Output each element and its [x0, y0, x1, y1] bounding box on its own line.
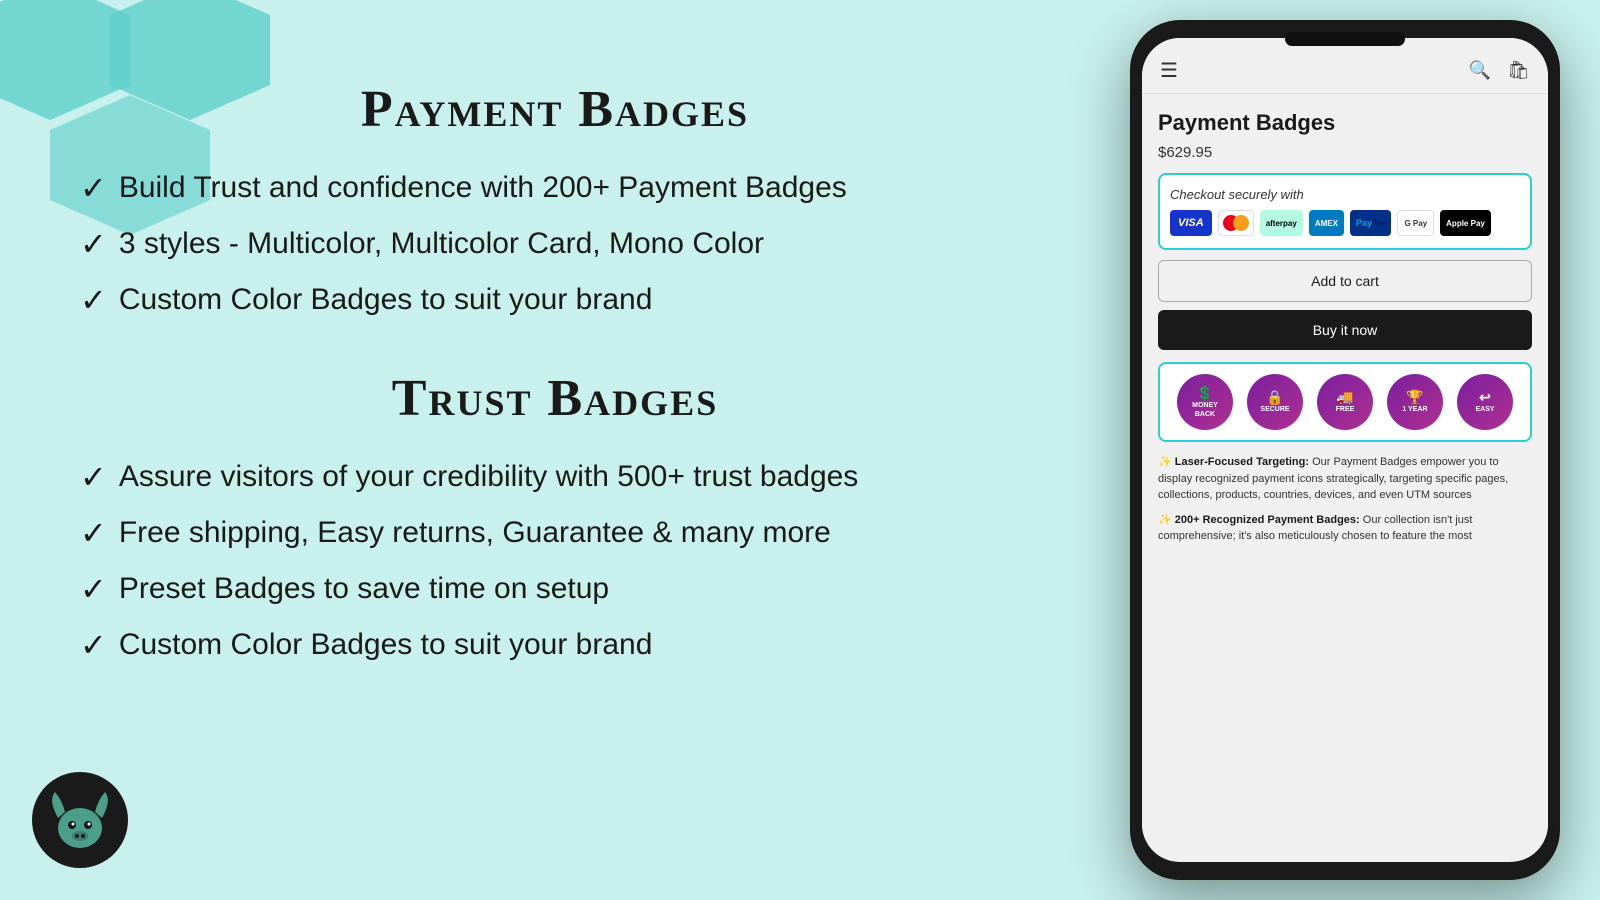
payment-icons-row: VISA afterpay AMEX PayPal — [1170, 210, 1520, 236]
bull-logo — [30, 770, 130, 870]
warranty-badge: 🏆 1 YEAR — [1387, 374, 1443, 430]
gpay-payment-badge: G Pay — [1397, 210, 1434, 236]
trophy-icon: 🏆 — [1406, 390, 1423, 405]
payment-features-list: ✓ Build Trust and confidence with 200+ P… — [80, 169, 1030, 319]
desc-1-bold: Laser-Focused Targeting: — [1175, 456, 1309, 468]
product-title: Payment Badges — [1158, 110, 1532, 136]
easy-returns-badge: ↩ EASY — [1457, 374, 1513, 430]
check-icon-1: ✓ — [80, 169, 107, 207]
payment-badge-box: Checkout securely with VISA afterpay — [1158, 173, 1532, 250]
cart-icon[interactable]: 🛍 — [1507, 60, 1530, 81]
paypal-payment-badge: PayPal — [1350, 210, 1392, 236]
phone-top-bar: ☰ 🔍 🛍 — [1142, 38, 1548, 94]
trust-feature-2: ✓ Free shipping, Easy returns, Guarantee… — [80, 514, 1030, 552]
star-icon-1: ✨ — [1158, 456, 1172, 468]
left-content: Payment Badges ✓ Build Trust and confide… — [80, 80, 1030, 714]
truck-icon: 🚚 — [1336, 390, 1353, 405]
trust-feature-4: ✓ Custom Color Badges to suit your brand — [80, 626, 1030, 664]
payment-feature-2: ✓ 3 styles - Multicolor, Multicolor Card… — [80, 225, 1030, 263]
trust-feature-1: ✓ Assure visitors of your credibility wi… — [80, 458, 1030, 496]
phone-frame: ☰ 🔍 🛍 Payment Badges $629.95 Checkout se… — [1130, 20, 1560, 880]
description-1: ✨ Laser-Focused Targeting: Our Payment B… — [1158, 454, 1532, 504]
check-icon-6: ✓ — [80, 570, 107, 608]
check-icon-3: ✓ — [80, 281, 107, 319]
search-icon[interactable]: 🔍 — [1469, 60, 1491, 81]
hamburger-menu-icon[interactable]: ☰ — [1160, 58, 1178, 83]
lock-icon: 🔒 — [1266, 390, 1283, 405]
star-icon-2: ✨ — [1158, 514, 1172, 526]
trust-badges-title: Trust Badges — [80, 369, 1030, 428]
trust-badge-box: 💲 MONEY BACK 🔒 SECURE 🚚 FREE — [1158, 362, 1532, 442]
money-back-icon: 💲 — [1196, 386, 1213, 401]
payment-feature-3: ✓ Custom Color Badges to suit your brand — [80, 281, 1030, 319]
description-2: ✨ 200+ Recognized Payment Badges: Our co… — [1158, 512, 1532, 545]
check-icon-5: ✓ — [80, 514, 107, 552]
visa-payment-badge: VISA — [1170, 210, 1212, 236]
phone-notch — [1285, 32, 1405, 46]
trust-feature-3: ✓ Preset Badges to save time on setup — [80, 570, 1030, 608]
check-icon-2: ✓ — [80, 225, 107, 263]
return-icon: ↩ — [1479, 390, 1491, 405]
phone-mockup: ☰ 🔍 🛍 Payment Badges $629.95 Checkout se… — [1130, 20, 1560, 880]
payment-feature-1: ✓ Build Trust and confidence with 200+ P… — [80, 169, 1030, 207]
payment-badges-title: Payment Badges — [80, 80, 1030, 139]
phone-content: Payment Badges $629.95 Checkout securely… — [1142, 94, 1548, 858]
check-icon-7: ✓ — [80, 626, 107, 664]
add-to-cart-button[interactable]: Add to cart — [1158, 260, 1532, 302]
secure-checkout-badge: 🔒 SECURE — [1247, 374, 1303, 430]
amex-payment-badge: AMEX — [1309, 210, 1344, 236]
trust-features-list: ✓ Assure visitors of your credibility wi… — [80, 458, 1030, 664]
mastercard-payment-badge — [1218, 210, 1254, 236]
phone-screen: ☰ 🔍 🛍 Payment Badges $629.95 Checkout se… — [1142, 38, 1548, 862]
desc-2-bold: 200+ Recognized Payment Badges: — [1175, 514, 1360, 526]
afterpay-payment-badge: afterpay — [1260, 210, 1303, 236]
phone-top-icons: 🔍 🛍 — [1469, 60, 1530, 81]
money-back-badge: 💲 MONEY BACK — [1177, 374, 1233, 430]
free-shipping-badge: 🚚 FREE — [1317, 374, 1373, 430]
check-icon-4: ✓ — [80, 458, 107, 496]
buy-now-button[interactable]: Buy it now — [1158, 310, 1532, 350]
checkout-label: Checkout securely with — [1170, 187, 1520, 202]
product-price: $629.95 — [1158, 144, 1532, 161]
applepay-payment-badge: Apple Pay — [1440, 210, 1491, 236]
